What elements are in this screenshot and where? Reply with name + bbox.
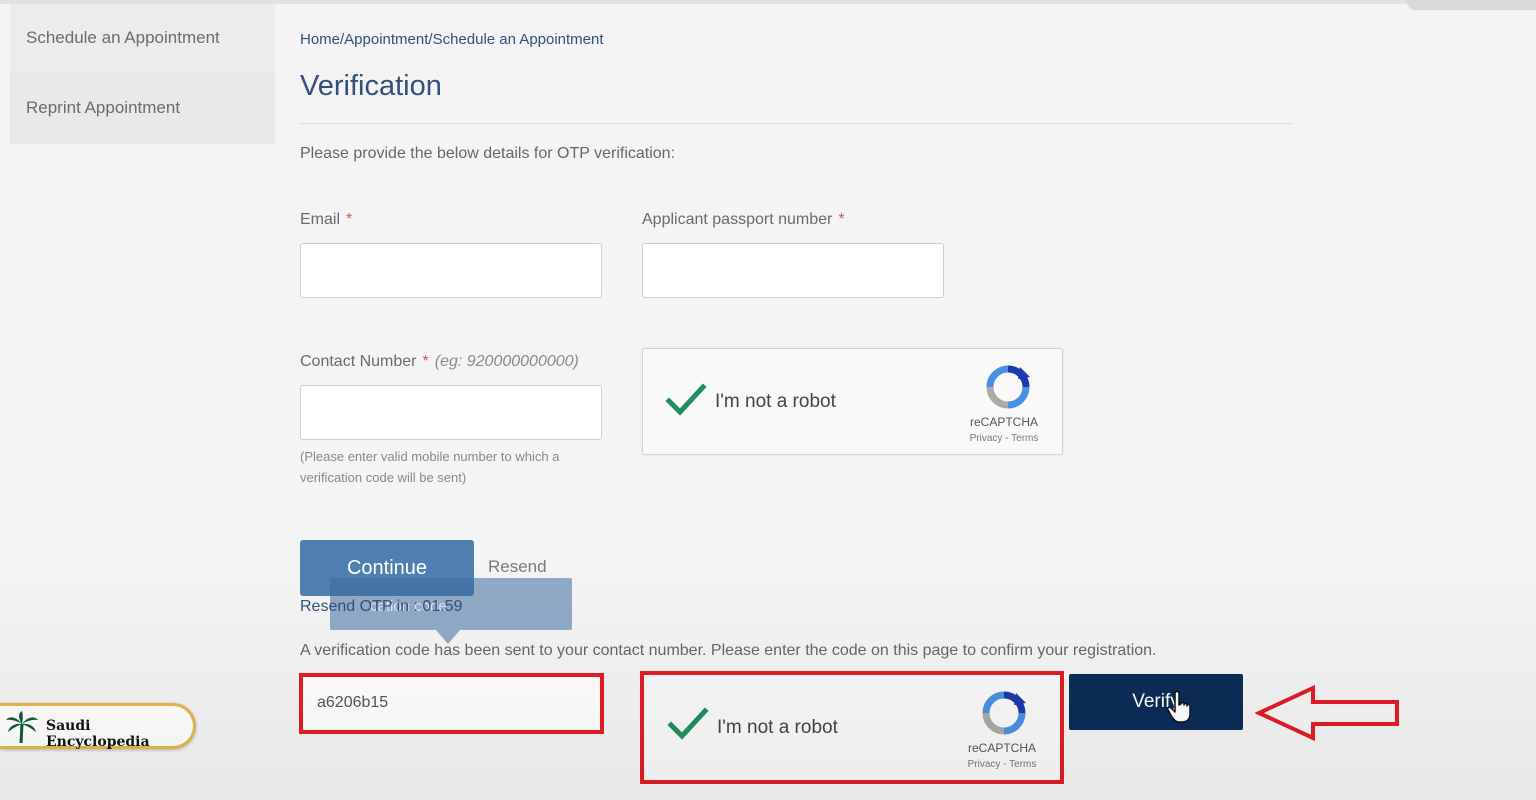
verification-notice: A verification code has been sent to you… <box>300 642 1157 659</box>
title-divider <box>300 123 1292 124</box>
window-corner <box>1406 0 1536 10</box>
email-input[interactable] <box>300 243 602 298</box>
passport-number-input[interactable] <box>642 243 944 298</box>
sidebar-item-reprint-appointment[interactable]: Reprint Appointment <box>10 72 275 144</box>
verify-button[interactable]: Verify <box>1069 674 1243 730</box>
recaptcha-label: I'm not a robot <box>715 391 836 412</box>
email-label-text: Email <box>300 211 341 228</box>
email-label: Email * <box>300 211 352 229</box>
highlight-box-captcha <box>640 671 1064 784</box>
checkmark-icon[interactable] <box>665 379 707 421</box>
recaptcha-privacy-terms[interactable]: Privacy - Terms <box>962 433 1046 444</box>
contact-number-input[interactable] <box>300 385 602 440</box>
sidebar-item-schedule-appointment[interactable]: Schedule an Appointment <box>10 4 275 72</box>
contact-number-help: (Please enter valid mobile number to whi… <box>300 449 560 485</box>
hand-cursor-icon <box>1167 690 1191 723</box>
page-title: Verification <box>300 70 442 102</box>
resend-link[interactable]: Resend <box>488 557 547 577</box>
watermark-label: Saudi Encyclopedia <box>46 718 150 750</box>
resend-otp-timer: Resend OTP in : 01.59 <box>300 598 463 615</box>
passport-label: Applicant passport number * <box>642 211 845 229</box>
red-arrow-icon <box>1255 684 1399 742</box>
contact-number-label: Contact Number * (eg: 920000000000) <box>300 353 579 371</box>
required-mark: * <box>346 211 353 228</box>
passport-label-text: Applicant passport number <box>642 211 833 228</box>
contact-number-example: (eg: 920000000000) <box>434 353 579 370</box>
watermark-badge: Saudi Encyclopedia <box>0 703 196 750</box>
required-mark: * <box>838 211 845 228</box>
breadcrumb[interactable]: Home/Appointment/Schedule an Appointment <box>300 31 604 48</box>
contact-number-label-text: Contact Number <box>300 353 417 370</box>
highlight-box-code <box>299 673 604 734</box>
recaptcha-brand: reCAPTCHA <box>969 415 1038 429</box>
required-mark: * <box>422 353 429 370</box>
recaptcha-widget[interactable]: I'm not a robot reCAPTCHA Privacy - Term… <box>642 348 1063 455</box>
sidebar: Schedule an Appointment Reprint Appointm… <box>10 4 275 144</box>
recaptcha-logo-icon <box>986 365 1030 409</box>
intro-text: Please provide the below details for OTP… <box>300 145 676 162</box>
palm-logo-icon <box>6 711 38 744</box>
